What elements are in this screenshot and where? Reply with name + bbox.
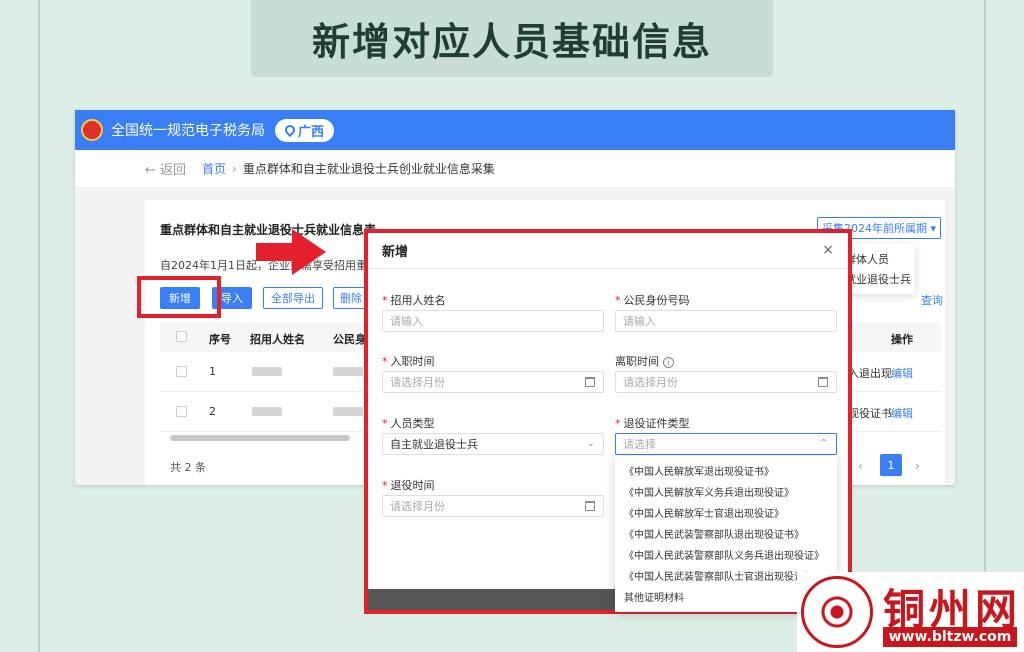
chevron-up-icon: ⌃: [819, 438, 828, 449]
breadcrumb-separator: ›: [232, 161, 237, 176]
page-1-button[interactable]: 1: [880, 454, 902, 476]
id-number-label: * 公民身份号码: [615, 294, 690, 307]
required-mark: *: [615, 294, 621, 307]
retire-date-label: * 退役时间: [382, 479, 435, 492]
cert-type-placeholder: 请选择: [623, 438, 656, 451]
required-mark: *: [382, 417, 388, 430]
breadcrumb: ← 返回 首页 › 重点群体和自主就业退役士兵创业就业信息采集: [75, 150, 955, 188]
name-input[interactable]: 请输入: [382, 310, 604, 332]
retire-date-picker[interactable]: 请选择月份: [382, 495, 604, 517]
leave-date-label: 离职时间 i: [615, 353, 674, 369]
cert-option[interactable]: 《中国人民解放军退出现役证书》: [615, 462, 837, 483]
national-emblem-icon: [81, 119, 103, 141]
watermark-url: www.bltzw.com: [883, 627, 1017, 647]
col-seq: 序号: [209, 333, 231, 346]
person-type-select[interactable]: 自主就业退役士兵 ⌄: [382, 433, 604, 455]
row-seq: 2: [209, 405, 216, 418]
row-partial: 现役证书: [848, 407, 892, 420]
banner-title: 新增对应人员基础信息: [311, 20, 712, 64]
leave-date-picker[interactable]: 请选择月份: [615, 371, 837, 393]
chevron-down-icon: ⌄: [586, 438, 595, 449]
app-title: 全国统一规范电子税务局: [111, 123, 265, 139]
required-mark: *: [382, 355, 388, 368]
calendar-icon: [818, 377, 828, 387]
required-mark: *: [615, 417, 621, 430]
edit-link[interactable]: 编辑: [891, 365, 913, 381]
row-checkbox[interactable]: [176, 406, 187, 417]
calendar-icon: [585, 377, 595, 387]
red-arrow-icon: [256, 229, 326, 275]
col-action: 操作: [891, 333, 913, 346]
row-partial: 入退出现: [848, 367, 892, 380]
tutorial-banner: 新增对应人员基础信息: [251, 0, 773, 77]
scrollbar-thumb[interactable]: [170, 435, 350, 441]
leave-date-placeholder: 请选择月份: [623, 376, 678, 389]
required-mark: *: [382, 479, 388, 492]
cert-option[interactable]: 《中国人民解放军义务兵退出现役证》: [615, 483, 837, 504]
add-button-highlight: [137, 276, 221, 318]
redacted-id: [333, 367, 363, 376]
prev-page-button[interactable]: ‹: [858, 459, 863, 473]
frame-line-left: [38, 0, 40, 652]
hire-date-label: * 入职时间: [382, 355, 435, 368]
site-watermark: 铜州网 www.bltzw.com: [797, 572, 1024, 652]
period-menu-item[interactable]: 群体人员: [845, 250, 915, 270]
close-icon[interactable]: ×: [822, 242, 834, 258]
col-name: 招用人姓名: [250, 333, 305, 346]
dialog-header: 新增 ×: [368, 233, 848, 269]
breadcrumb-home[interactable]: 首页: [202, 160, 226, 177]
breadcrumb-current: 重点群体和自主就业退役士兵创业就业信息采集: [242, 162, 495, 176]
cert-type-select[interactable]: 请选择 ⌃: [615, 433, 837, 455]
info-icon[interactable]: i: [663, 357, 674, 368]
hire-date-placeholder: 请选择月份: [390, 376, 445, 389]
frame-line-right: [984, 0, 986, 652]
back-button[interactable]: ← 返回: [145, 159, 186, 178]
cert-type-label: * 退役证件类型: [615, 417, 690, 430]
query-link[interactable]: 查询: [921, 292, 943, 308]
dialog-title: 新增: [382, 245, 409, 260]
cert-option[interactable]: 《中国人民解放军士官退出现役证》: [615, 504, 837, 525]
next-page-button[interactable]: ›: [915, 459, 920, 473]
region-selector[interactable]: 广西: [275, 118, 335, 142]
total-count: 共 2 条: [170, 461, 206, 474]
select-all-checkbox[interactable]: [176, 331, 187, 342]
site-logo-icon: [801, 576, 873, 648]
cert-option[interactable]: 《中国人民武装警察部队义务兵退出现役证》: [615, 546, 837, 567]
required-mark: *: [382, 294, 388, 307]
row-checkbox[interactable]: [176, 366, 187, 377]
retire-date-placeholder: 请选择月份: [390, 500, 445, 513]
period-menu-item[interactable]: 就业退役士兵: [845, 270, 915, 290]
hire-date-picker[interactable]: 请选择月份: [382, 371, 604, 393]
name-label: * 招用人姓名: [382, 294, 446, 307]
edit-link[interactable]: 编辑: [891, 405, 913, 421]
calendar-icon: [585, 501, 595, 511]
person-type-value: 自主就业退役士兵: [390, 438, 478, 451]
cert-option[interactable]: 《中国人民武装警察部队退出现役证书》: [615, 525, 837, 546]
location-pin-icon: [282, 122, 298, 138]
redacted-id: [333, 407, 363, 416]
redacted-name: [252, 367, 282, 376]
export-all-button[interactable]: 全部导出: [263, 287, 323, 309]
id-number-input[interactable]: 请输入: [615, 310, 837, 332]
top-bar: 全国统一规范电子税务局 广西: [75, 110, 955, 150]
region-label: 广西: [298, 124, 325, 140]
redacted-name: [252, 407, 282, 416]
row-seq: 1: [209, 365, 216, 378]
person-type-label: * 人员类型: [382, 417, 435, 430]
